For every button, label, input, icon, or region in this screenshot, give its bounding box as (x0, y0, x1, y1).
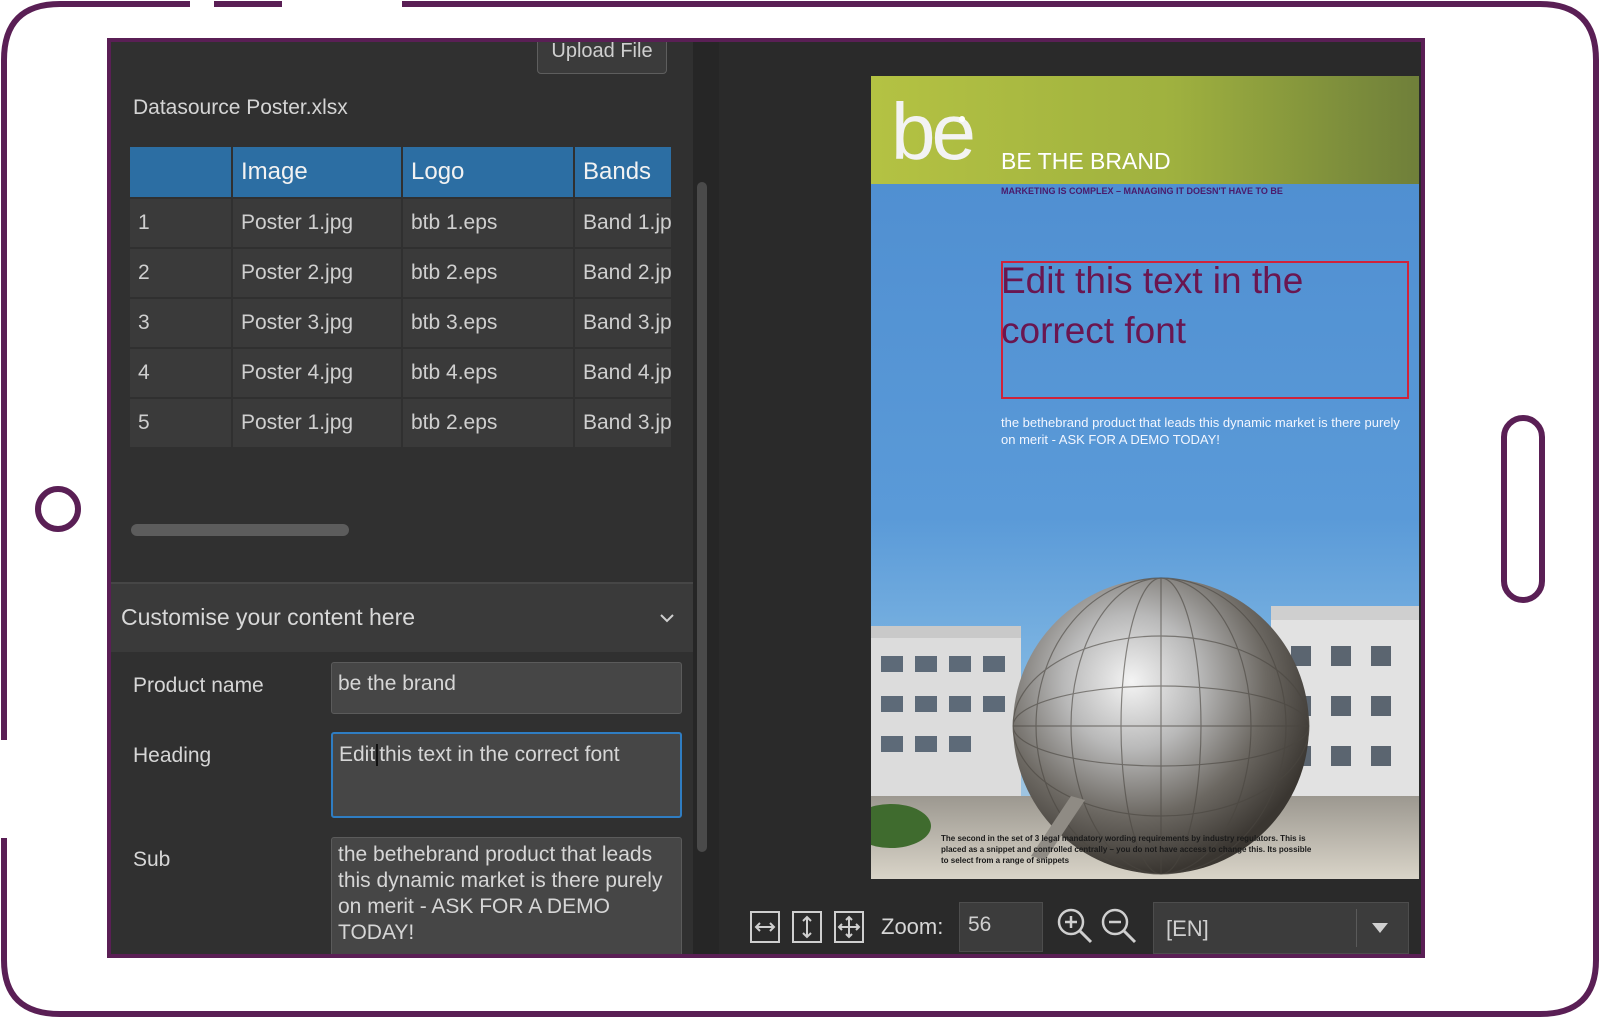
table-row[interactable]: 4 Poster 4.jpg btb 4.eps Band 4.jp (128, 347, 673, 399)
language-select-divider (1356, 909, 1357, 947)
poster-brand-text: BE THE BRAND (1001, 148, 1171, 174)
upload-file-button[interactable]: Upload File (537, 42, 667, 74)
table-cell: btb 3.eps (401, 297, 575, 349)
table-cell: btb 1.eps (401, 197, 575, 249)
preview-toolbar: Zoom: 56 [EN] (719, 892, 1421, 954)
column-header-image[interactable]: Image (231, 145, 403, 199)
poster-heading[interactable]: Edit this text in the correct font (1001, 256, 1401, 356)
language-select-value: [EN] (1166, 916, 1209, 941)
app-screen: Upload File Datasource Poster.xlsx Image… (107, 38, 1425, 958)
zoom-input[interactable]: 56 (959, 902, 1043, 952)
table-cell: Poster 1.jpg (231, 397, 403, 449)
table-cell: 1 (128, 197, 233, 249)
poster-tagline: MARKETING IS COMPLEX – MANAGING IT DOESN… (1001, 186, 1283, 196)
preview-panel: be BE THE BRAND MARKETING IS COMPLEX – M… (719, 42, 1421, 954)
customise-section-title: Customise your content here (121, 604, 416, 630)
table-cell: Band 3.jp (573, 297, 673, 349)
heading-label: Heading (133, 744, 212, 767)
table-cell: Poster 1.jpg (231, 197, 403, 249)
table-cell: Band 3.jp (573, 397, 673, 449)
table-cell: btb 2.eps (401, 397, 575, 449)
table-row[interactable]: 1 Poster 1.jpg btb 1.eps Band 1.jp (128, 197, 673, 249)
table-cell: Band 2.jp (573, 247, 673, 299)
table-cell: Band 4.jp (573, 347, 673, 399)
poster-preview: be BE THE BRAND MARKETING IS COMPLEX – M… (871, 76, 1419, 879)
chevron-down-icon (660, 614, 674, 623)
heading-text-before-caret: Edit (339, 743, 376, 766)
text-caret (376, 744, 379, 767)
table-horizontal-scrollbar[interactable] (131, 524, 349, 536)
table-row[interactable]: 5 Poster 1.jpg btb 2.eps Band 3.jp (128, 397, 673, 449)
fit-width-icon[interactable] (749, 910, 781, 944)
poster-logo: be (891, 87, 976, 176)
poster-subheading[interactable]: the bethebrand product that leads this d… (1001, 414, 1401, 448)
left-panel-vertical-scrollbar[interactable] (697, 182, 707, 852)
product-name-label: Product name (133, 674, 264, 697)
table-cell: Poster 3.jpg (231, 297, 403, 349)
table-cell: 4 (128, 347, 233, 399)
poster-legal-footer: The second in the set of 3 legal mandato… (941, 834, 1312, 865)
zoom-in-icon[interactable] (1055, 906, 1095, 946)
column-header[interactable] (128, 145, 233, 199)
poster-photo-sphere (871, 577, 1419, 879)
table-cell: btb 4.eps (401, 347, 575, 399)
table-cell: 5 (128, 397, 233, 449)
table-row[interactable]: 2 Poster 2.jpg btb 2.eps Band 2.jp (128, 247, 673, 299)
zoom-out-icon[interactable] (1099, 906, 1139, 946)
heading-input[interactable]: Edit this text in the correct font (331, 732, 682, 818)
zoom-label: Zoom: (881, 914, 944, 939)
table-cell: Poster 2.jpg (231, 247, 403, 299)
column-header-bands[interactable]: Bands (573, 145, 673, 199)
table-row[interactable]: 3 Poster 3.jpg btb 3.eps Band 3.jp (128, 297, 673, 349)
datasource-table: Image Logo Bands 1 Poster 1.jpg btb 1.ep… (128, 145, 673, 449)
table-cell: Band 1.jp (573, 197, 673, 249)
table-header-row: Image Logo Bands (128, 145, 673, 199)
datasource-title: Datasource Poster.xlsx (133, 96, 348, 119)
table-cell: btb 2.eps (401, 247, 575, 299)
table-cell: 3 (128, 297, 233, 349)
heading-text-after-caret: this text in the correct font (379, 743, 620, 766)
caret-down-icon (1372, 923, 1388, 933)
fit-page-icon[interactable] (833, 910, 865, 944)
table-cell: 2 (128, 247, 233, 299)
sub-label: Sub (133, 848, 171, 871)
left-panel: Upload File Datasource Poster.xlsx Image… (111, 42, 693, 954)
table-cell: Poster 4.jpg (231, 347, 403, 399)
product-name-input[interactable]: be the brand (331, 662, 682, 714)
poster-logo-dot (959, 116, 965, 122)
sub-textarea[interactable]: the bethebrand product that leads this d… (331, 837, 682, 954)
language-select[interactable]: [EN] (1153, 902, 1409, 954)
column-header-logo[interactable]: Logo (401, 145, 575, 199)
fit-height-icon[interactable] (791, 910, 823, 944)
customise-section-header[interactable]: Customise your content here (111, 582, 693, 652)
